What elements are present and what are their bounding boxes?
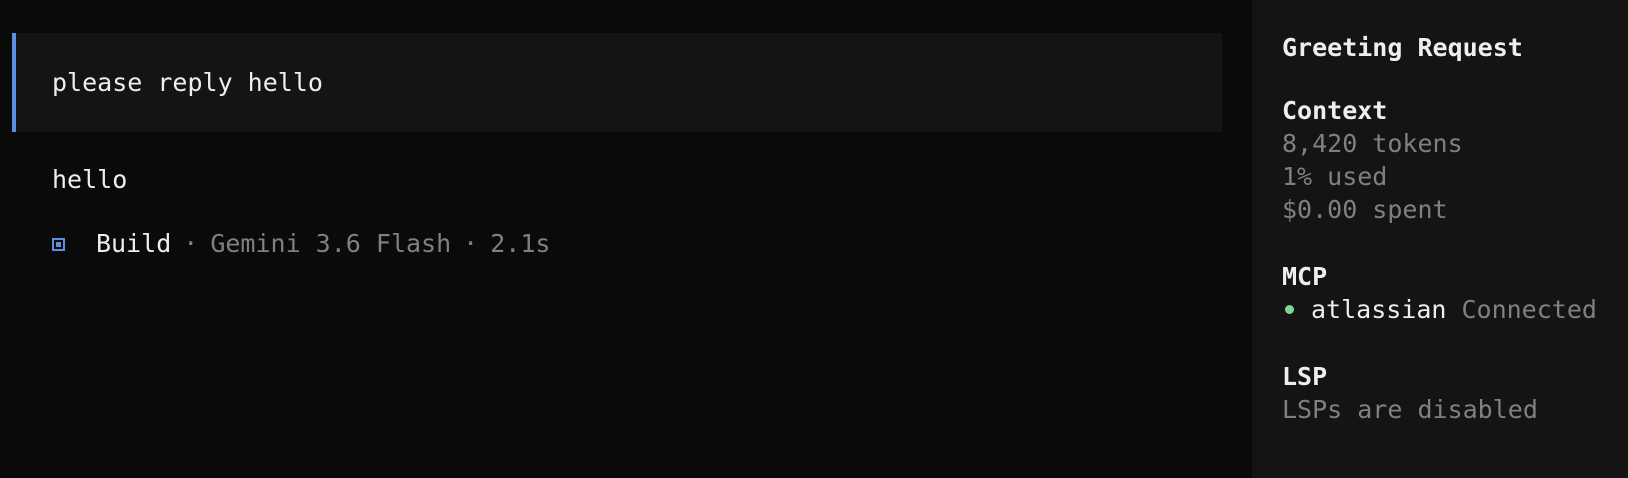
response-duration: 2.1s: [490, 229, 551, 258]
meta-separator: ·: [183, 229, 199, 258]
conversation-pane: please reply hello hello Build · Gemini …: [0, 0, 1252, 478]
context-section: Context 8,420 tokens 1% used $0.00 spent: [1282, 94, 1628, 226]
session-sidebar: Greeting Request Context 8,420 tokens 1%…: [1252, 0, 1628, 478]
context-usage: 1% used: [1282, 162, 1388, 191]
context-spent: $0.00 spent: [1282, 195, 1448, 224]
context-tokens: 8,420 tokens: [1282, 129, 1463, 158]
mcp-server-name: atlassian: [1311, 295, 1447, 324]
session-title: Greeting Request: [1282, 33, 1523, 62]
agent-name: Build: [96, 229, 172, 258]
lsp-status: LSPs are disabled: [1282, 395, 1538, 424]
mcp-section: MCP atlassian Connected: [1282, 260, 1628, 326]
context-heading: Context: [1282, 96, 1388, 125]
lsp-section: LSP LSPs are disabled: [1282, 360, 1628, 426]
assistant-reply: hello: [52, 162, 1252, 198]
status-dot-icon: [1285, 305, 1294, 314]
agent-square-icon: [52, 237, 65, 251]
mcp-server-item[interactable]: atlassian Connected: [1282, 293, 1628, 326]
mcp-heading: MCP: [1282, 262, 1328, 291]
lsp-heading: LSP: [1282, 362, 1328, 391]
user-message: please reply hello: [12, 33, 1222, 132]
response-meta: Build · Gemini 3.6 Flash · 2.1s: [52, 226, 1252, 262]
app-window: please reply hello hello Build · Gemini …: [0, 0, 1628, 478]
user-message-text: please reply hello: [52, 68, 323, 97]
assistant-reply-text: hello: [52, 165, 128, 194]
meta-separator: ·: [463, 229, 479, 258]
mcp-server-status: Connected: [1461, 295, 1597, 324]
model-name: Gemini 3.6 Flash: [210, 229, 452, 258]
